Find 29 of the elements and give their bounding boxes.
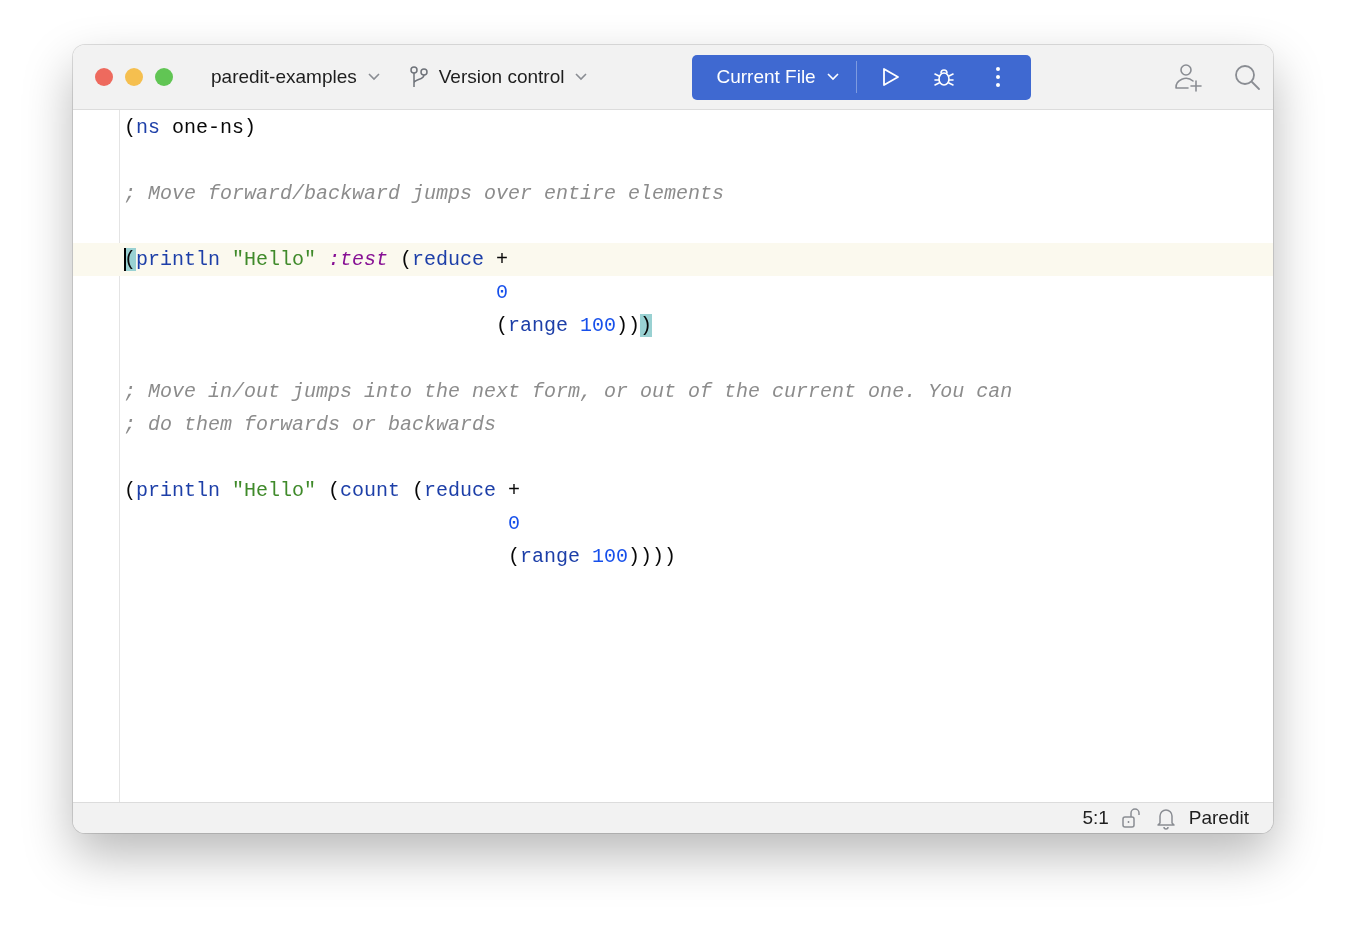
- code-line: 0: [507, 512, 521, 535]
- project-dropdown[interactable]: paredit-examples: [203, 62, 389, 92]
- code-line: (println "Hello" (count (reduce +: [124, 479, 521, 502]
- code-line: (ns one-ns): [124, 116, 257, 139]
- chevron-down-icon: [825, 72, 840, 82]
- code-line: 0: [495, 281, 509, 304]
- code-comment: ; Move in/out jumps into the next form, or out of the current one. You can: [124, 380, 1013, 403]
- zoom-button[interactable]: [155, 68, 173, 86]
- unlock-icon[interactable]: [1120, 807, 1143, 829]
- code-comment: ; Move forward/backward jumps over entire elements: [124, 182, 725, 205]
- paredit-mode-indicator[interactable]: Paredit: [1188, 807, 1249, 829]
- code-line: (println "Hello" :test (reduce +: [124, 248, 509, 271]
- user-add-icon: [1173, 62, 1203, 92]
- run-configuration-dropdown[interactable]: Current File: [706, 58, 850, 96]
- add-user-button[interactable]: [1173, 62, 1203, 92]
- branch-icon: [408, 65, 429, 89]
- search-button[interactable]: [1233, 63, 1261, 91]
- more-icon: [994, 66, 1001, 88]
- cursor-position[interactable]: 5:1: [1082, 807, 1109, 829]
- chevron-down-icon: [366, 72, 381, 82]
- minimize-button[interactable]: [125, 68, 143, 86]
- code-line: (range 100))): [495, 314, 653, 337]
- bell-icon[interactable]: [1154, 806, 1177, 830]
- chevron-down-icon: [574, 72, 589, 82]
- code-line: (range 100)))): [507, 545, 677, 568]
- version-control-dropdown[interactable]: Version control: [400, 61, 597, 93]
- close-button[interactable]: [95, 68, 113, 86]
- search-icon: [1233, 63, 1261, 91]
- code-comment: ; do them forwards or backwards: [124, 413, 497, 436]
